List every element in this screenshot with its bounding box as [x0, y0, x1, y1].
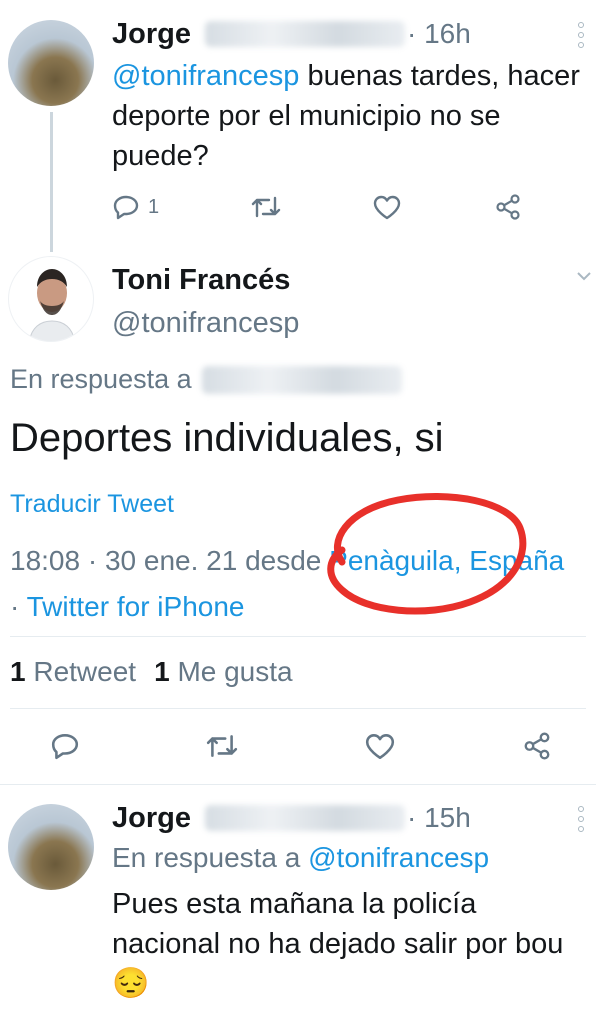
tweet-text: @tonifrancesp buenas tardes, hacer depor…	[112, 60, 580, 172]
chevron-down-icon[interactable]	[576, 270, 592, 282]
more-icon[interactable]	[578, 22, 584, 48]
tweet-text: Pues esta mañana la policía nacional no …	[112, 888, 564, 960]
redacted-mention	[201, 365, 402, 394]
action-bar	[50, 730, 552, 762]
tweet-time: · 16h	[406, 18, 471, 49]
portrait-image	[28, 269, 76, 341]
redacted-handle	[204, 21, 405, 47]
highlight-circle	[327, 493, 527, 615]
more-icon[interactable]	[578, 806, 584, 832]
retweet-stat[interactable]: 1 Retweet	[10, 656, 136, 688]
share-icon[interactable]	[522, 731, 552, 761]
reply-icon[interactable]	[50, 732, 80, 760]
retweet-icon[interactable]	[251, 194, 281, 220]
author-name[interactable]: Jorge	[112, 802, 191, 835]
tweet-time: · 15h	[406, 802, 471, 833]
reply-count: 1	[148, 195, 160, 218]
thread-line	[50, 112, 53, 252]
author-handle[interactable]: @tonifrancesp	[112, 307, 299, 340]
avatar[interactable]	[8, 804, 94, 890]
share-icon[interactable]	[494, 193, 522, 221]
author-name[interactable]: Jorge	[112, 18, 191, 51]
retweet-icon[interactable]	[206, 732, 238, 760]
reply-context: En respuesta a @tonifrancesp	[112, 842, 490, 873]
engagement-stats: 1 Retweet 1 Me gusta	[10, 656, 293, 688]
avatar[interactable]	[8, 20, 94, 106]
like-icon[interactable]	[364, 732, 396, 760]
reply-button[interactable]: 1	[112, 194, 159, 220]
tweet-text: Deportes individuales, si	[10, 416, 444, 460]
mention-link[interactable]: @tonifrancesp	[112, 60, 299, 92]
translate-link[interactable]: Traducir Tweet	[10, 490, 174, 519]
source-link[interactable]: Twitter for iPhone	[27, 591, 245, 622]
reply-icon	[113, 195, 139, 220]
like-stat[interactable]: 1 Me gusta	[154, 656, 293, 688]
avatar[interactable]	[8, 256, 94, 342]
mention-link[interactable]: @tonifrancesp	[308, 842, 489, 873]
redacted-handle	[204, 805, 405, 831]
like-icon[interactable]	[372, 194, 402, 220]
pensive-face-emoji: 😔	[112, 967, 150, 1000]
author-name[interactable]: Toni Francés	[112, 264, 290, 297]
reply-context: En respuesta a	[10, 364, 402, 395]
